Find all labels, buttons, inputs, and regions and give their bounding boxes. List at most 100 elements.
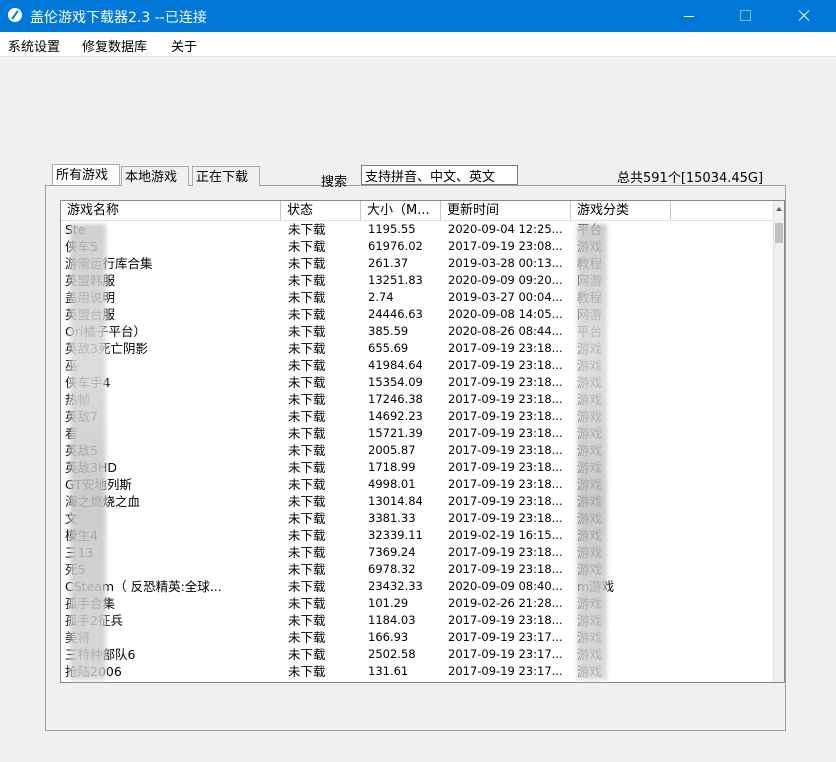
search-input[interactable]: [361, 165, 518, 185]
table-row[interactable]: 侠车5未下载61976.022017-09-19 23:08...游戏: [61, 238, 773, 255]
table-row[interactable]: 巫未下载41984.642017-09-19 23:18...游戏: [61, 357, 773, 374]
app-logo-icon: [8, 8, 22, 22]
status-cell: 未下载: [288, 324, 326, 339]
size-cell: 166.93: [368, 630, 409, 644]
table-row[interactable]: Ste未下载1195.552020-09-04 12:25...平台: [61, 221, 773, 238]
table-row[interactable]: CSteam（ 反恐精英:全球... 未下载 23432.33 2020-09-09 …: [61, 578, 773, 595]
size-cell: 15354.09: [368, 375, 423, 389]
update-time-cell: 2017-09-19 23:17...: [448, 630, 563, 644]
size-cell: 13014.84: [368, 494, 423, 508]
size-cell: 385.59: [368, 324, 409, 338]
update-time-cell: 2017-09-19 23:17...: [448, 647, 563, 661]
update-time-cell: 2017-09-19 23:18...: [448, 545, 563, 559]
size-cell: 2005.87: [368, 443, 416, 457]
table-row[interactable]: 模生4未下载32339.112019-02-19 16:15...游戏: [61, 527, 773, 544]
update-time-cell: 2020-09-09 09:20...: [448, 273, 563, 287]
update-time-cell: 2017-09-19 23:18...: [448, 613, 563, 627]
status-cell: 未下载: [288, 273, 326, 288]
update-time-cell: 2017-09-19 23:18...: [448, 358, 563, 372]
size-cell: 1718.99: [368, 460, 416, 474]
status-cell: 未下载: [288, 426, 326, 441]
size-cell: 1184.03: [368, 613, 416, 627]
update-time-cell: 2017-09-19 23:18...: [448, 460, 563, 474]
status-cell: 未下载: [288, 375, 326, 390]
status-cell: 未下载: [288, 477, 326, 492]
update-time-cell: 2020-08-26 08:44...: [448, 324, 563, 338]
scroll-thumb[interactable]: [775, 223, 783, 243]
column-header-status[interactable]: 状态: [281, 201, 361, 220]
table-row[interactable]: 侠车手4未下载15354.092017-09-19 23:18...游戏: [61, 374, 773, 391]
status-cell: 未下载: [288, 460, 326, 475]
size-cell: 4998.01: [368, 477, 416, 491]
size-cell: 14692.23: [368, 409, 423, 423]
update-time-cell: 2017-09-19 23:18...: [448, 494, 563, 508]
table-row[interactable]: 三特种部队6未下载2502.582017-09-19 23:17...游戏: [61, 646, 773, 663]
tab-all-games[interactable]: 所有游戏: [52, 164, 120, 185]
maximize-button[interactable]: [722, 0, 768, 32]
minimize-button[interactable]: [666, 0, 712, 32]
status-cell: 未下载: [288, 613, 326, 628]
menu-repair-database[interactable]: 修复数据库: [82, 36, 147, 55]
tab-downloading[interactable]: 正在下载: [192, 166, 260, 186]
table-row[interactable]: 孤手2征兵未下载1184.032017-09-19 23:18...游戏: [61, 612, 773, 629]
update-time-cell: 2017-09-19 23:18...: [448, 511, 563, 525]
table-row[interactable]: Ori橘子平台）未下载385.592020-08-26 08:44...平台: [61, 323, 773, 340]
table-row[interactable]: 游需运行库合集未下载261.372019-03-28 00:13...教程: [61, 255, 773, 272]
close-button[interactable]: [781, 0, 827, 32]
table-row[interactable]: 英敌3HD未下载1718.992017-09-19 23:18...游戏: [61, 459, 773, 476]
vertical-scrollbar[interactable]: [773, 201, 784, 682]
menu-about[interactable]: 关于: [171, 36, 197, 55]
privacy-blur-mask: [70, 224, 106, 680]
update-time-cell: 2020-09-04 12:25...: [448, 222, 563, 236]
size-cell: 23432.33: [368, 579, 423, 593]
update-time-cell: 2017-09-19 23:18...: [448, 443, 563, 457]
table-row[interactable]: 看未下载15721.392017-09-19 23:18...游戏: [61, 425, 773, 442]
status-cell: 未下载: [288, 341, 326, 356]
size-cell: 6978.32: [368, 562, 416, 576]
table-row[interactable]: 英敌3死亡阴影未下载655.692017-09-19 23:18...游戏: [61, 340, 773, 357]
column-header-size[interactable]: 大小（M...: [361, 201, 441, 220]
table-row[interactable]: 海之燃烧之血未下载13014.842017-09-19 23:18...游戏: [61, 493, 773, 510]
update-time-cell: 2019-03-27 00:04...: [448, 290, 563, 304]
game-list[interactable]: 游戏名称 状态 大小（M... 更新时间 游戏分类 Ste未下载1195.552…: [60, 200, 785, 683]
size-cell: 2.74: [368, 290, 394, 304]
menu-bar: 系统设置 修复数据库 关于: [0, 32, 836, 57]
table-row[interactable]: 英盟台服未下载24446.632020-09-08 14:05...网游: [61, 306, 773, 323]
table-row[interactable]: 美将未下载166.932017-09-19 23:17...游戏: [61, 629, 773, 646]
update-time-cell: 2017-09-19 23:18...: [448, 375, 563, 389]
update-time-cell: 2017-09-19 23:08...: [448, 239, 563, 253]
total-summary: 总共591个[15034.45G]: [617, 171, 764, 186]
status-cell: 未下载: [288, 222, 326, 237]
status-cell: 未下载: [288, 256, 326, 271]
table-row[interactable]: 三13未下载7369.242017-09-19 23:18...游戏: [61, 544, 773, 561]
status-cell: 未下载: [288, 358, 326, 373]
status-cell: 未下载: [288, 647, 326, 662]
size-cell: 13251.83: [368, 273, 423, 287]
update-time-cell: 2019-02-19 16:15...: [448, 528, 563, 542]
status-cell: 未下载: [288, 511, 326, 526]
tab-local-games[interactable]: 本地游戏: [121, 166, 189, 186]
size-cell: 101.29: [368, 596, 409, 610]
status-cell: 未下载: [288, 409, 326, 424]
table-row[interactable]: GT安地列斯未下载4998.012017-09-19 23:18...游戏: [61, 476, 773, 493]
column-header-category[interactable]: 游戏分类: [571, 201, 671, 220]
table-row[interactable]: 文未下载3381.332017-09-19 23:18...游戏: [61, 510, 773, 527]
menu-system-settings[interactable]: 系统设置: [8, 36, 60, 55]
column-header-update-time[interactable]: 更新时间: [441, 201, 571, 220]
list-header: 游戏名称 状态 大小（M... 更新时间 游戏分类: [61, 201, 784, 221]
column-header-name[interactable]: 游戏名称: [61, 201, 281, 220]
table-row[interactable]: 死5未下载6978.322017-09-19 23:18...游戏: [61, 561, 773, 578]
update-time-cell: 2019-02-26 21:28...: [448, 596, 563, 610]
status-cell: 未下载: [288, 528, 326, 543]
size-cell: 41984.64: [368, 358, 423, 372]
update-time-cell: 2017-09-19 23:18...: [448, 392, 563, 406]
scroll-up-arrow-icon[interactable]: [776, 207, 782, 211]
table-row[interactable]: 英敌7未下载14692.232017-09-19 23:18...游戏: [61, 408, 773, 425]
table-row[interactable]: 英敌5未下载2005.872017-09-19 23:18...游戏: [61, 442, 773, 459]
table-row[interactable]: 热帧未下载17246.382017-09-19 23:18...游戏: [61, 391, 773, 408]
table-row[interactable]: 盖用说明未下载2.742019-03-27 00:04...教程: [61, 289, 773, 306]
status-cell: 未下载: [288, 562, 326, 577]
table-row[interactable]: 抢陆2006未下载131.612017-09-19 23:17...游戏: [61, 663, 773, 680]
table-row[interactable]: 孤手合集未下载101.292019-02-26 21:28...游戏: [61, 595, 773, 612]
table-row[interactable]: 英盟韩服未下载13251.832020-09-09 09:20...网游: [61, 272, 773, 289]
